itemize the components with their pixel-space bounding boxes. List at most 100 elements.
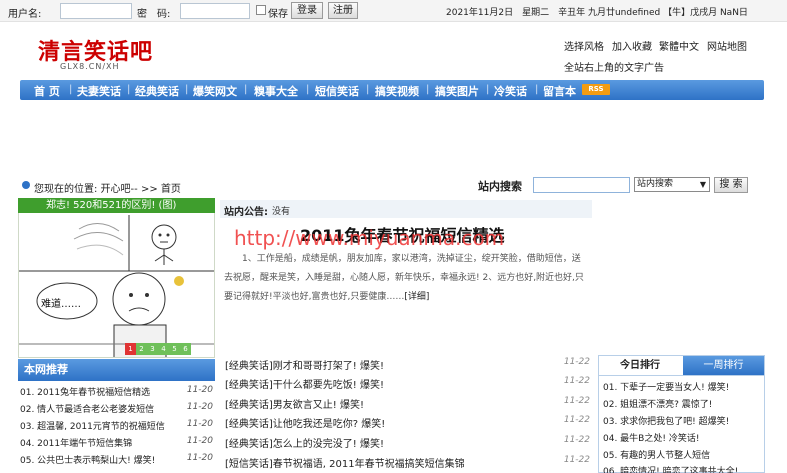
tab-today-ranking[interactable]: 今日排行	[599, 356, 681, 375]
search-label: 站内搜索	[478, 180, 522, 193]
list-item[interactable]: [经典笑话]让他吃我还是吃你? 爆笑! 11-22	[225, 415, 590, 434]
date-text: 2021年11月2日 星期二 辛丑年 九月廿undefined 【牛】戊戌月 N…	[446, 8, 748, 18]
slideshow-page-3[interactable]: 3	[147, 343, 158, 355]
nav-separator: |	[426, 84, 430, 95]
chevron-down-icon: ▼	[699, 180, 706, 189]
save-checkbox[interactable]	[256, 5, 266, 15]
login-button[interactable]: 登录	[291, 2, 323, 19]
nav-item-cold-jokes[interactable]: 冷笑话	[494, 83, 527, 99]
nav-separator: |	[486, 84, 490, 95]
ranking-item[interactable]: 04. 最牛B之处! 冷笑话!	[603, 431, 763, 448]
list-item-title[interactable]: [经典笑话]男友欲言又止! 爆笑!	[225, 396, 364, 411]
recommend-item-title[interactable]: 02. 情人节最适合老公老婆发短信	[20, 402, 154, 415]
list-item-title[interactable]: [经典笑话]刚才和哥哥打架了! 爆笑!	[225, 357, 384, 372]
recommend-item-date: 11-20	[186, 385, 213, 395]
featured-body: 1、工作是船，成绩是帆，朋友加库，家以港湾，洗掉证尘，绽开笑脸，借助短信，送去祝…	[224, 250, 586, 307]
list-item[interactable]: [经典笑话]干什么都要先吃饭! 爆笑! 11-22	[225, 376, 590, 395]
search-input[interactable]	[533, 177, 630, 193]
slideshow-pager: 123456	[125, 343, 191, 355]
ranking-tab-divider	[599, 375, 764, 376]
list-item-date: 11-22	[563, 435, 590, 445]
nav-item-couple-jokes[interactable]: 夫妻笑话	[77, 83, 121, 99]
list-item-date: 11-22	[563, 396, 590, 406]
link-site-map[interactable]: 网站地图	[707, 38, 747, 53]
link-traditional-chinese[interactable]: 繁體中文	[659, 38, 699, 53]
register-button[interactable]: 注册	[328, 2, 358, 19]
nav-item-sms-jokes[interactable]: 短信笑话	[315, 83, 359, 99]
ranking-item[interactable]: 01. 下辈子一定要当女人! 爆笑!	[603, 380, 763, 397]
watermark-text: http://www.miyuanma.com	[234, 226, 505, 250]
save-label: 保存	[268, 9, 288, 20]
notice-label: 站内公告:	[224, 207, 268, 218]
slideshow-page-6[interactable]: 6	[180, 343, 191, 355]
search-scope-value: 站内搜索	[637, 179, 674, 189]
link-add-favorite[interactable]: 加入收藏	[612, 38, 652, 53]
recommend-item-date: 11-20	[186, 419, 213, 429]
list-item-title[interactable]: [短信笑话]春节祝福语, 2011年春节祝福搞笑短信集锦	[225, 455, 465, 470]
ranking-item[interactable]: 06. 暗恋情况! 暗恋了这事共大全!	[603, 464, 763, 473]
list-item-date: 11-22	[563, 376, 590, 386]
nav-item-funny-pics[interactable]: 搞笑图片	[435, 83, 479, 99]
tab-week-ranking[interactable]: 一周排行	[683, 356, 764, 375]
list-item-title[interactable]: [经典笑话]让他吃我还是吃你? 爆笑!	[225, 415, 385, 430]
recommend-item[interactable]: 05. 公共巴士表示鸭梨山大! 爆笑! 11-20	[20, 453, 213, 470]
search-button[interactable]: 搜 索	[714, 177, 748, 193]
slideshow-page-4[interactable]: 4	[158, 343, 169, 355]
ranking-item[interactable]: 03. 求求你把我包了吧! 超爆笑!	[603, 414, 763, 431]
nav-separator: |	[127, 84, 131, 95]
list-item-title[interactable]: [经典笑话]干什么都要先吃饭! 爆笑!	[225, 376, 384, 391]
rss-badge[interactable]: RSS	[582, 84, 610, 95]
recommend-item-date: 11-20	[186, 402, 213, 412]
recommend-item[interactable]: 04. 2011年端午节短信集锦 11-20	[20, 436, 213, 453]
list-item[interactable]: [短信笑话]春节祝福语, 2011年春节祝福搞笑短信集锦 11-22	[225, 455, 590, 473]
list-item-date: 11-22	[563, 357, 590, 367]
search-scope-select[interactable]: 站内搜索 ▼	[634, 177, 710, 192]
nav-item-classic-jokes[interactable]: 经典笑话	[135, 83, 179, 99]
slideshow-caption[interactable]: 郑志! 520和521的区别! (图)	[18, 198, 215, 213]
recommend-item-date: 11-20	[186, 453, 213, 463]
nav-item-funny-web[interactable]: 爆笑网文	[193, 83, 237, 99]
nav-separator: |	[69, 84, 73, 95]
header-ad-link[interactable]: 全站右上角的文字广告	[564, 59, 664, 74]
ranking-item[interactable]: 02. 姐姐漂不漂亮? 震惊了!	[603, 397, 763, 414]
recommend-item[interactable]: 03. 超温馨, 2011元宵节的祝福短信 11-20	[20, 419, 213, 436]
list-item[interactable]: [经典笑话]怎么上的没完没了! 爆笑! 11-22	[225, 435, 590, 454]
recommend-heading: 本网推荐	[18, 359, 215, 381]
comic-image	[19, 199, 214, 357]
list-item-title[interactable]: [经典笑话]怎么上的没完没了! 爆笑!	[225, 435, 384, 450]
breadcrumb: 您现在的位置: 开心吧-- >> 首页	[34, 184, 181, 195]
recommend-item-title[interactable]: 03. 超温馨, 2011元宵节的祝福短信	[20, 419, 165, 432]
comic-image-slideshow[interactable]: 难道……	[18, 198, 215, 358]
username-input[interactable]	[60, 3, 132, 19]
recommend-item[interactable]: 02. 情人节最适合老公老婆发短信 11-20	[20, 402, 213, 419]
list-item[interactable]: [经典笑话]刚才和哥哥打架了! 爆笑! 11-22	[225, 357, 590, 376]
list-item-date: 11-22	[563, 415, 590, 425]
site-logo-subtitle: GLX8.CN/XH	[60, 62, 120, 71]
recommend-item-title[interactable]: 01. 2011兔年春节祝福短信精选	[20, 385, 150, 398]
nav-separator: |	[185, 84, 189, 95]
username-label: 用户名:	[8, 9, 42, 20]
recommend-item-title[interactable]: 04. 2011年端午节短信集锦	[20, 436, 132, 449]
ranking-item[interactable]: 05. 有趣的男人节整人短信	[603, 448, 763, 465]
list-item[interactable]: [经典笑话]男友欲言又止! 爆笑! 11-22	[225, 396, 590, 415]
notice-text: 没有	[272, 207, 291, 217]
password-label: 密 码:	[137, 9, 171, 20]
nav-item-guestbook[interactable]: 留言本	[543, 83, 576, 99]
nav-separator: |	[366, 84, 370, 95]
nav-item-funny-video[interactable]: 搞笑视频	[375, 83, 419, 99]
recommend-item[interactable]: 01. 2011兔年春节祝福短信精选 11-20	[20, 385, 213, 402]
slideshow-page-1[interactable]: 1	[125, 343, 136, 355]
list-item-date: 11-22	[563, 455, 590, 465]
recommend-item-date: 11-20	[186, 436, 213, 446]
comic-speech-text: 难道……	[41, 299, 81, 310]
location-bullet-icon	[22, 181, 30, 189]
link-choose-style[interactable]: 选择风格	[564, 38, 604, 53]
password-input[interactable]	[180, 3, 250, 19]
nav-item-home[interactable]: 首 页	[34, 83, 60, 99]
featured-more-link[interactable]: [详细]	[404, 292, 429, 302]
slideshow-page-5[interactable]: 5	[169, 343, 180, 355]
slideshow-page-2[interactable]: 2	[136, 343, 147, 355]
nav-item-embarrassing[interactable]: 糗事大全	[254, 83, 298, 99]
nav-separator: |	[244, 84, 248, 95]
recommend-item-title[interactable]: 05. 公共巴士表示鸭梨山大! 爆笑!	[20, 453, 155, 466]
